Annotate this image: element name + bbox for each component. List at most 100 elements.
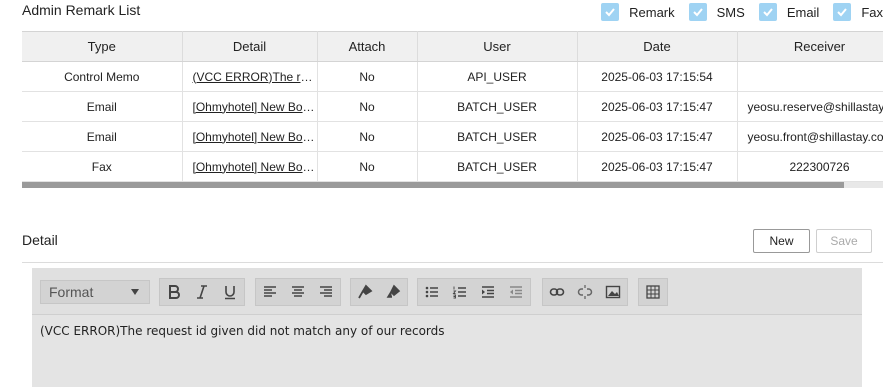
insert-table-button[interactable] (639, 279, 667, 305)
cell-detail-link[interactable]: [Ohmyhotel] New Booking Notification (182, 91, 318, 122)
chevron-down-icon (131, 289, 139, 295)
insert-link-button[interactable] (543, 279, 571, 305)
align-left-icon (264, 286, 276, 297)
filter-remark[interactable]: Remark (601, 3, 675, 21)
format-painter-group (350, 278, 408, 306)
remark-table: Type Detail Attach User Date Receiver Co… (22, 31, 883, 182)
scrollbar-thumb[interactable] (22, 182, 844, 188)
new-button[interactable]: New (753, 229, 810, 253)
check-icon (763, 8, 773, 17)
table-row[interactable]: Fax [Ohmyhotel] New Booking Notification… (22, 151, 883, 182)
cell-detail-link[interactable]: [Ohmyhotel] New Booking Notification (182, 151, 318, 182)
filter-sms[interactable]: SMS (688, 3, 745, 21)
cell-date: 2025-06-03 17:15:54 (577, 61, 738, 92)
format-dropdown-label: Format (49, 284, 94, 300)
admin-remark-list-header: Admin Remark List Remark SMS Email Fax (22, 0, 883, 24)
editor-toolbar: Format (32, 268, 862, 315)
checkbox-remark[interactable] (601, 3, 620, 21)
table-header-row: Type Detail Attach User Date Receiver (22, 31, 883, 62)
format-dropdown[interactable]: Format (40, 280, 150, 304)
filter-group: Remark SMS Email Fax (587, 3, 883, 21)
italic-icon (197, 285, 207, 299)
outdent-icon (510, 286, 522, 298)
alignment-group (255, 278, 341, 306)
column-header-type[interactable]: Type (22, 31, 183, 62)
column-header-detail[interactable]: Detail (182, 31, 318, 62)
bold-button[interactable] (160, 279, 188, 305)
column-header-user[interactable]: User (417, 31, 578, 62)
image-icon (605, 285, 621, 299)
editor-content[interactable]: (VCC ERROR)The request id given did not … (40, 324, 445, 338)
paint-format-button[interactable] (351, 279, 379, 305)
align-center-button[interactable] (284, 279, 312, 305)
filter-fax[interactable]: Fax (833, 3, 883, 21)
cell-date: 2025-06-03 17:15:47 (577, 91, 738, 122)
cell-type: Email (22, 121, 183, 152)
cell-user: BATCH_USER (417, 121, 578, 152)
table-group (638, 278, 668, 306)
align-left-button[interactable] (256, 279, 284, 305)
checkbox-fax[interactable] (833, 3, 852, 21)
cell-date: 2025-06-03 17:15:47 (577, 151, 738, 182)
indent-icon (482, 286, 494, 298)
check-icon (605, 8, 615, 17)
unlink-icon (577, 285, 593, 299)
link-icon (549, 288, 565, 296)
column-header-receiver[interactable]: Receiver (737, 31, 883, 62)
table-row[interactable]: Email [Ohmyhotel] New Booking Notificati… (22, 91, 883, 122)
eraser-icon (386, 284, 401, 298)
text-style-group (159, 278, 245, 306)
cell-attach: No (317, 151, 418, 182)
bullet-list-icon (425, 286, 438, 298)
filter-label-sms: SMS (716, 4, 745, 20)
cell-attach: No (317, 121, 418, 152)
cell-type: Fax (22, 151, 183, 182)
filter-label-remark: Remark (629, 4, 675, 20)
cell-type: Email (22, 91, 183, 122)
cell-receiver: 222300726 (737, 151, 883, 182)
align-center-icon (292, 286, 304, 297)
italic-button[interactable] (188, 279, 216, 305)
checkbox-sms[interactable] (688, 3, 707, 21)
insert-image-button[interactable] (599, 279, 627, 305)
cell-user: BATCH_USER (417, 91, 578, 122)
table-row[interactable]: Email [Ohmyhotel] New Booking Notificati… (22, 121, 883, 152)
cell-user: BATCH_USER (417, 151, 578, 182)
numbered-list-button[interactable] (446, 279, 474, 305)
underline-button[interactable] (216, 279, 244, 305)
cell-receiver: yeosu.reserve@shillastay.com (737, 91, 883, 122)
insert-group (542, 278, 628, 306)
column-header-attach[interactable]: Attach (317, 31, 418, 62)
filter-email[interactable]: Email (758, 3, 820, 21)
align-right-icon (320, 286, 332, 297)
underline-icon (225, 286, 235, 300)
bullet-list-button[interactable] (418, 279, 446, 305)
remark-table-container[interactable]: Type Detail Attach User Date Receiver Co… (22, 31, 883, 189)
save-button[interactable]: Save (816, 229, 872, 253)
table-icon (646, 285, 660, 299)
cell-date: 2025-06-03 17:15:47 (577, 121, 738, 152)
cell-type: Control Memo (22, 61, 183, 92)
filter-label-email: Email (786, 4, 820, 20)
checkbox-email[interactable] (758, 3, 777, 21)
indent-button[interactable] (474, 279, 502, 305)
table-row[interactable]: Control Memo (VCC ERROR)The request id g… (22, 61, 883, 92)
cell-receiver (737, 61, 883, 92)
outdent-button[interactable] (502, 279, 530, 305)
list-indent-group (417, 278, 531, 306)
align-right-button[interactable] (312, 279, 340, 305)
cell-attach: No (317, 91, 418, 122)
cell-detail-link[interactable]: [Ohmyhotel] New Booking Notification (182, 121, 318, 152)
column-header-date[interactable]: Date (577, 31, 738, 62)
brush-icon (358, 284, 373, 299)
clear-format-button[interactable] (379, 279, 407, 305)
unlink-button[interactable] (571, 279, 599, 305)
numbered-list-icon (452, 286, 466, 299)
horizontal-scrollbar[interactable] (22, 182, 883, 188)
list-title: Admin Remark List (22, 2, 141, 18)
section-divider (22, 262, 883, 263)
check-icon (837, 8, 848, 17)
cell-user: API_USER (417, 61, 578, 92)
cell-detail-link[interactable]: (VCC ERROR)The request id given did not … (182, 61, 318, 92)
cell-receiver: yeosu.front@shillastay.com (737, 121, 883, 152)
